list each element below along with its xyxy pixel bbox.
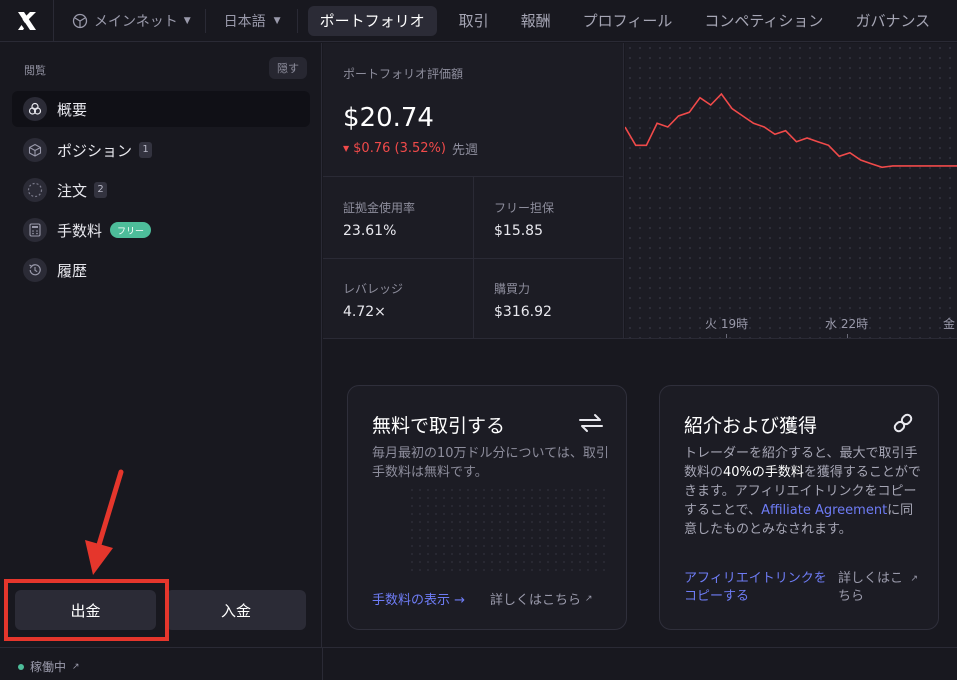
chevron-down-icon: ▼ bbox=[273, 15, 281, 26]
calculator-icon bbox=[23, 218, 47, 242]
view-fees-link[interactable]: 手数料の表示 → bbox=[372, 589, 465, 608]
network-label: メインネット bbox=[94, 13, 178, 30]
language-selector[interactable]: 日本語 ▼ bbox=[206, 8, 298, 33]
portfolio-change-period: 先週 bbox=[451, 143, 478, 158]
link-icon bbox=[893, 413, 913, 433]
history-icon bbox=[23, 258, 47, 282]
cube-icon bbox=[23, 138, 47, 162]
divider bbox=[323, 338, 957, 339]
stat-leverage: レバレッジ 4.72× bbox=[323, 258, 473, 339]
stat-label: レバレッジ bbox=[343, 282, 404, 296]
stats-grid: 証拠金使用率 23.61% フリー担保 $15.85 レバレッジ 4.72× 購… bbox=[323, 176, 624, 339]
overview-icon bbox=[23, 97, 47, 121]
tab-profile[interactable]: プロフィール bbox=[567, 6, 689, 36]
card-title: 無料で取引する bbox=[372, 415, 506, 437]
swap-arrows-icon bbox=[579, 414, 603, 432]
down-triangle-icon: ▼ bbox=[343, 144, 350, 153]
free-badge: フリー bbox=[110, 222, 152, 238]
sidebar: 閲覧 隠す 概要 ポジション 1 注文 2 手数料 フリー 履歴 bbox=[0, 43, 322, 647]
external-link-icon: ↗ bbox=[910, 574, 918, 584]
referral-desc-highlight: 40%の手数料 bbox=[723, 465, 804, 480]
orders-count: 2 bbox=[94, 182, 108, 198]
status-label: 稼働中 bbox=[30, 660, 67, 674]
portfolio-change-value: $0.76 (3.52%) bbox=[353, 141, 446, 156]
learn-more-label: 詳しくはこちら bbox=[490, 593, 582, 608]
stat-buying-power: 購買力 $316.92 bbox=[474, 258, 624, 339]
affiliate-agreement-link[interactable]: Affiliate Agreement bbox=[761, 503, 887, 518]
tab-portfolio[interactable]: ポートフォリオ bbox=[307, 5, 437, 36]
dot-pattern bbox=[408, 486, 608, 576]
sidebar-item-label: ポジション bbox=[57, 141, 133, 160]
top-bar: メインネット ▼ 日本語 ▼ ポートフォリオ 取引 報酬 プロフィール コンペテ… bbox=[0, 0, 957, 42]
portfolio-value: $20.74 bbox=[343, 103, 434, 133]
learn-more-link[interactable]: 詳しくはこちら ↗ bbox=[490, 589, 593, 608]
sidebar-item-orders[interactable]: 注文 2 bbox=[12, 172, 310, 208]
free-trading-card: 無料で取引する 毎月最初の10万ドル分については、取引手数料は無料です。 手数料… bbox=[347, 385, 627, 630]
card-description: 毎月最初の10万ドル分については、取引手数料は無料です。 bbox=[372, 446, 609, 480]
stat-value: $15.85 bbox=[494, 223, 543, 239]
logo-icon bbox=[17, 11, 36, 30]
tab-rewards[interactable]: 報酬 bbox=[505, 6, 567, 36]
footer: 稼働中 ↗ bbox=[0, 647, 957, 680]
sidebar-header: 閲覧 bbox=[24, 64, 46, 77]
learn-more-label: 詳しくはこちら bbox=[838, 571, 904, 604]
copy-affiliate-link[interactable]: アフィリエイトリンクをコピーする bbox=[684, 570, 830, 606]
sidebar-item-history[interactable]: 履歴 bbox=[12, 252, 310, 288]
sidebar-item-positions[interactable]: ポジション 1 bbox=[12, 132, 310, 168]
stat-label: フリー担保 bbox=[494, 201, 555, 215]
tab-trade[interactable]: 取引 bbox=[443, 6, 505, 36]
main-nav: ポートフォリオ 取引 報酬 プロフィール コンペティション ガバナンス bbox=[298, 0, 947, 42]
sidebar-item-fees[interactable]: 手数料 フリー bbox=[12, 212, 310, 248]
tab-governance[interactable]: ガバナンス bbox=[839, 6, 946, 36]
stat-value: $316.92 bbox=[494, 304, 552, 320]
stat-value: 4.72× bbox=[343, 304, 386, 320]
positions-count: 1 bbox=[139, 142, 153, 158]
x-tick-label: 金 bbox=[943, 317, 956, 331]
language-label: 日本語 bbox=[223, 13, 266, 30]
x-tick-label: 水 22時 bbox=[825, 317, 869, 331]
referral-card: 紹介および獲得 トレーダーを紹介すると、最大で取引手数料の40%の手数料を獲得す… bbox=[659, 385, 939, 630]
dashed-circle-icon bbox=[23, 178, 47, 202]
stat-free-collateral: フリー担保 $15.85 bbox=[474, 177, 624, 258]
external-link-icon: ↗ bbox=[72, 661, 80, 672]
dydx-logo[interactable] bbox=[0, 0, 54, 42]
chevron-down-icon: ▼ bbox=[183, 15, 191, 26]
card-title: 紹介および獲得 bbox=[684, 415, 818, 437]
deposit-button[interactable]: 入金 bbox=[166, 590, 306, 630]
divider bbox=[322, 648, 323, 680]
sidebar-item-label: 履歴 bbox=[57, 261, 88, 280]
learn-more-link[interactable]: 詳しくはこちら ↗ bbox=[838, 570, 918, 606]
sidebar-item-label: 手数料 bbox=[57, 221, 103, 240]
portfolio-chart[interactable]: 火 19時 水 22時 金 bbox=[625, 43, 957, 338]
x-tick-label: 火 19時 bbox=[705, 317, 749, 331]
portfolio-change: ▼ $0.76 (3.52%) 先週 bbox=[343, 139, 478, 158]
card-description: トレーダーを紹介すると、最大で取引手数料の40%の手数料を獲得することができます… bbox=[684, 444, 924, 539]
status-indicator[interactable]: 稼働中 ↗ bbox=[18, 658, 80, 675]
status-dot bbox=[18, 663, 24, 670]
portfolio-value-label: ポートフォリオ評価額 bbox=[343, 67, 464, 81]
chart-svg bbox=[625, 92, 957, 169]
network-selector[interactable]: メインネット ▼ bbox=[54, 8, 206, 33]
sidebar-item-label: 概要 bbox=[57, 100, 88, 119]
stat-value: 23.61% bbox=[343, 223, 397, 239]
stat-label: 証拠金使用率 bbox=[343, 201, 416, 215]
tab-competition[interactable]: コンペティション bbox=[688, 6, 839, 36]
external-link-icon: ↗ bbox=[585, 593, 593, 604]
hide-sidebar-button[interactable]: 隠す bbox=[269, 57, 307, 79]
network-icon bbox=[72, 13, 88, 28]
stat-label: 購買力 bbox=[494, 282, 531, 296]
sidebar-item-overview[interactable]: 概要 bbox=[12, 91, 310, 127]
withdraw-button[interactable]: 出金 bbox=[15, 590, 156, 630]
stat-margin-usage: 証拠金使用率 23.61% bbox=[323, 177, 473, 258]
portfolio-line bbox=[625, 92, 957, 169]
portfolio-summary-panel: ポートフォリオ評価額 $20.74 ▼ $0.76 (3.52%) 先週 証拠金… bbox=[323, 43, 624, 339]
sidebar-item-label: 注文 bbox=[57, 181, 88, 200]
